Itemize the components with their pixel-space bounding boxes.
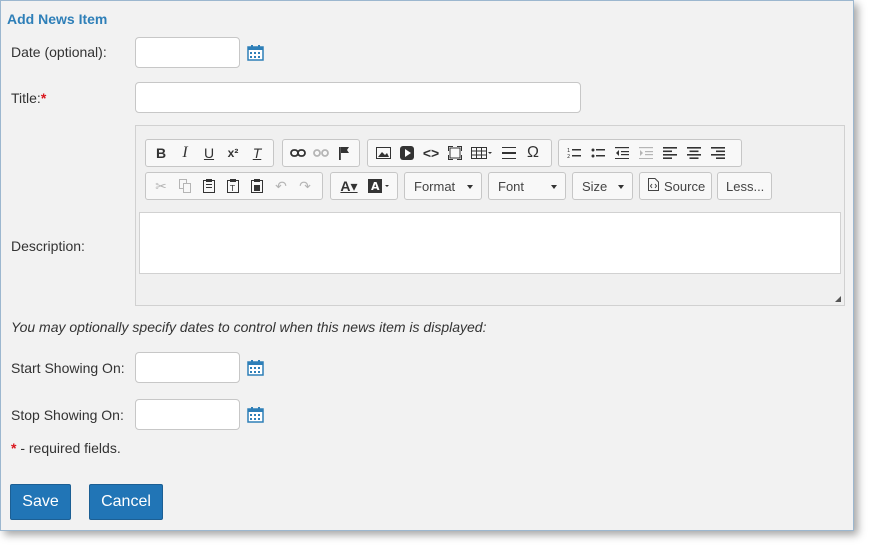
title-label: Title:* <box>11 90 46 106</box>
chevron-down-icon <box>467 185 473 189</box>
toolbar-group-basic: B I U x² T <box>145 139 274 167</box>
date-label: Date (optional): <box>11 44 107 60</box>
title-label-text: Title: <box>11 90 41 106</box>
format-dropdown-label: Format <box>414 178 456 194</box>
maximize-icon[interactable] <box>443 141 467 165</box>
required-fields-note: * - required fields. <box>11 440 121 456</box>
unlink-icon[interactable] <box>309 141 332 165</box>
link-icon[interactable] <box>286 141 309 165</box>
video-play-icon[interactable] <box>395 141 419 165</box>
outdent-icon[interactable] <box>610 141 634 165</box>
undo-icon[interactable]: ↶ <box>269 174 293 198</box>
start-date-input[interactable] <box>135 352 240 383</box>
table-icon[interactable] <box>467 141 497 165</box>
font-dropdown-label: Font <box>498 178 525 194</box>
stop-date-input[interactable] <box>135 399 240 430</box>
title-input[interactable] <box>135 82 581 113</box>
source-button[interactable]: Source <box>639 172 712 200</box>
chevron-down-icon <box>551 185 557 189</box>
save-button[interactable]: Save <box>10 484 71 520</box>
text-color-icon[interactable]: A▾ <box>334 174 364 198</box>
copy-icon[interactable] <box>173 174 197 198</box>
source-doc-icon <box>648 178 659 194</box>
toolbar-group-clipboard: ✂ T ↶ ↷ <box>145 172 323 200</box>
calendar-icon[interactable] <box>247 406 264 423</box>
svg-text:T: T <box>229 184 235 193</box>
align-center-icon[interactable] <box>682 141 706 165</box>
calendar-icon[interactable] <box>247 359 264 376</box>
less-button-label: Less... <box>726 178 765 194</box>
code-icon[interactable]: <> <box>419 141 443 165</box>
editor-content-area[interactable] <box>139 212 841 274</box>
required-mark: * <box>40 90 47 106</box>
paste-icon[interactable] <box>197 174 221 198</box>
size-dropdown-label: Size <box>582 178 608 194</box>
optional-dates-note: You may optionally specify dates to cont… <box>11 319 487 335</box>
format-dropdown[interactable]: Format <box>404 172 482 200</box>
remove-format-icon[interactable]: T <box>245 141 269 165</box>
rich-text-editor: B I U x² T <> Ω 12 ✂ T ↶ ↷ A▾ A Format F… <box>135 125 845 306</box>
svg-text:A: A <box>371 180 380 193</box>
description-label: Description: <box>11 238 85 254</box>
required-fields-text: - required fields. <box>16 440 121 456</box>
superscript-icon[interactable]: x² <box>221 141 245 165</box>
toolbar-group-insert: <> Ω <box>367 139 552 167</box>
paste-text-icon[interactable]: T <box>221 174 245 198</box>
anchor-flag-icon[interactable] <box>333 141 356 165</box>
less-button[interactable]: Less... <box>717 172 772 200</box>
redo-icon[interactable]: ↷ <box>293 174 317 198</box>
image-icon[interactable] <box>371 141 395 165</box>
svg-text:2: 2 <box>567 154 570 159</box>
cut-icon[interactable]: ✂ <box>149 174 173 198</box>
source-button-label: Source <box>664 178 706 194</box>
toolbar-group-paragraph: 12 <box>558 139 742 167</box>
align-left-icon[interactable] <box>658 141 682 165</box>
toolbar-group-links <box>282 139 360 167</box>
chevron-down-icon <box>618 185 624 189</box>
start-showing-label: Start Showing On: <box>11 360 125 376</box>
indent-icon[interactable] <box>634 141 658 165</box>
special-char-omega-icon[interactable]: Ω <box>521 141 545 165</box>
date-input[interactable] <box>135 37 240 68</box>
stop-showing-label: Stop Showing On: <box>11 407 124 423</box>
paste-word-icon[interactable] <box>245 174 269 198</box>
bulleted-list-icon[interactable] <box>586 141 610 165</box>
align-right-icon[interactable] <box>706 141 730 165</box>
add-news-item-panel: Add News Item Date (optional): Title:* D… <box>0 0 854 531</box>
size-dropdown[interactable]: Size <box>572 172 633 200</box>
numbered-list-icon[interactable]: 12 <box>562 141 586 165</box>
resize-handle[interactable] <box>835 296 841 302</box>
italic-icon[interactable]: I <box>173 141 197 165</box>
toolbar-group-colors: A▾ A <box>330 172 398 200</box>
cancel-button[interactable]: Cancel <box>89 484 163 520</box>
background-color-icon[interactable]: A <box>364 174 394 198</box>
calendar-icon[interactable] <box>247 44 264 61</box>
horizontal-rule-icon[interactable] <box>497 141 521 165</box>
panel-title: Add News Item <box>7 11 108 27</box>
underline-icon[interactable]: U <box>197 141 221 165</box>
bold-icon[interactable]: B <box>149 141 173 165</box>
font-dropdown[interactable]: Font <box>488 172 566 200</box>
